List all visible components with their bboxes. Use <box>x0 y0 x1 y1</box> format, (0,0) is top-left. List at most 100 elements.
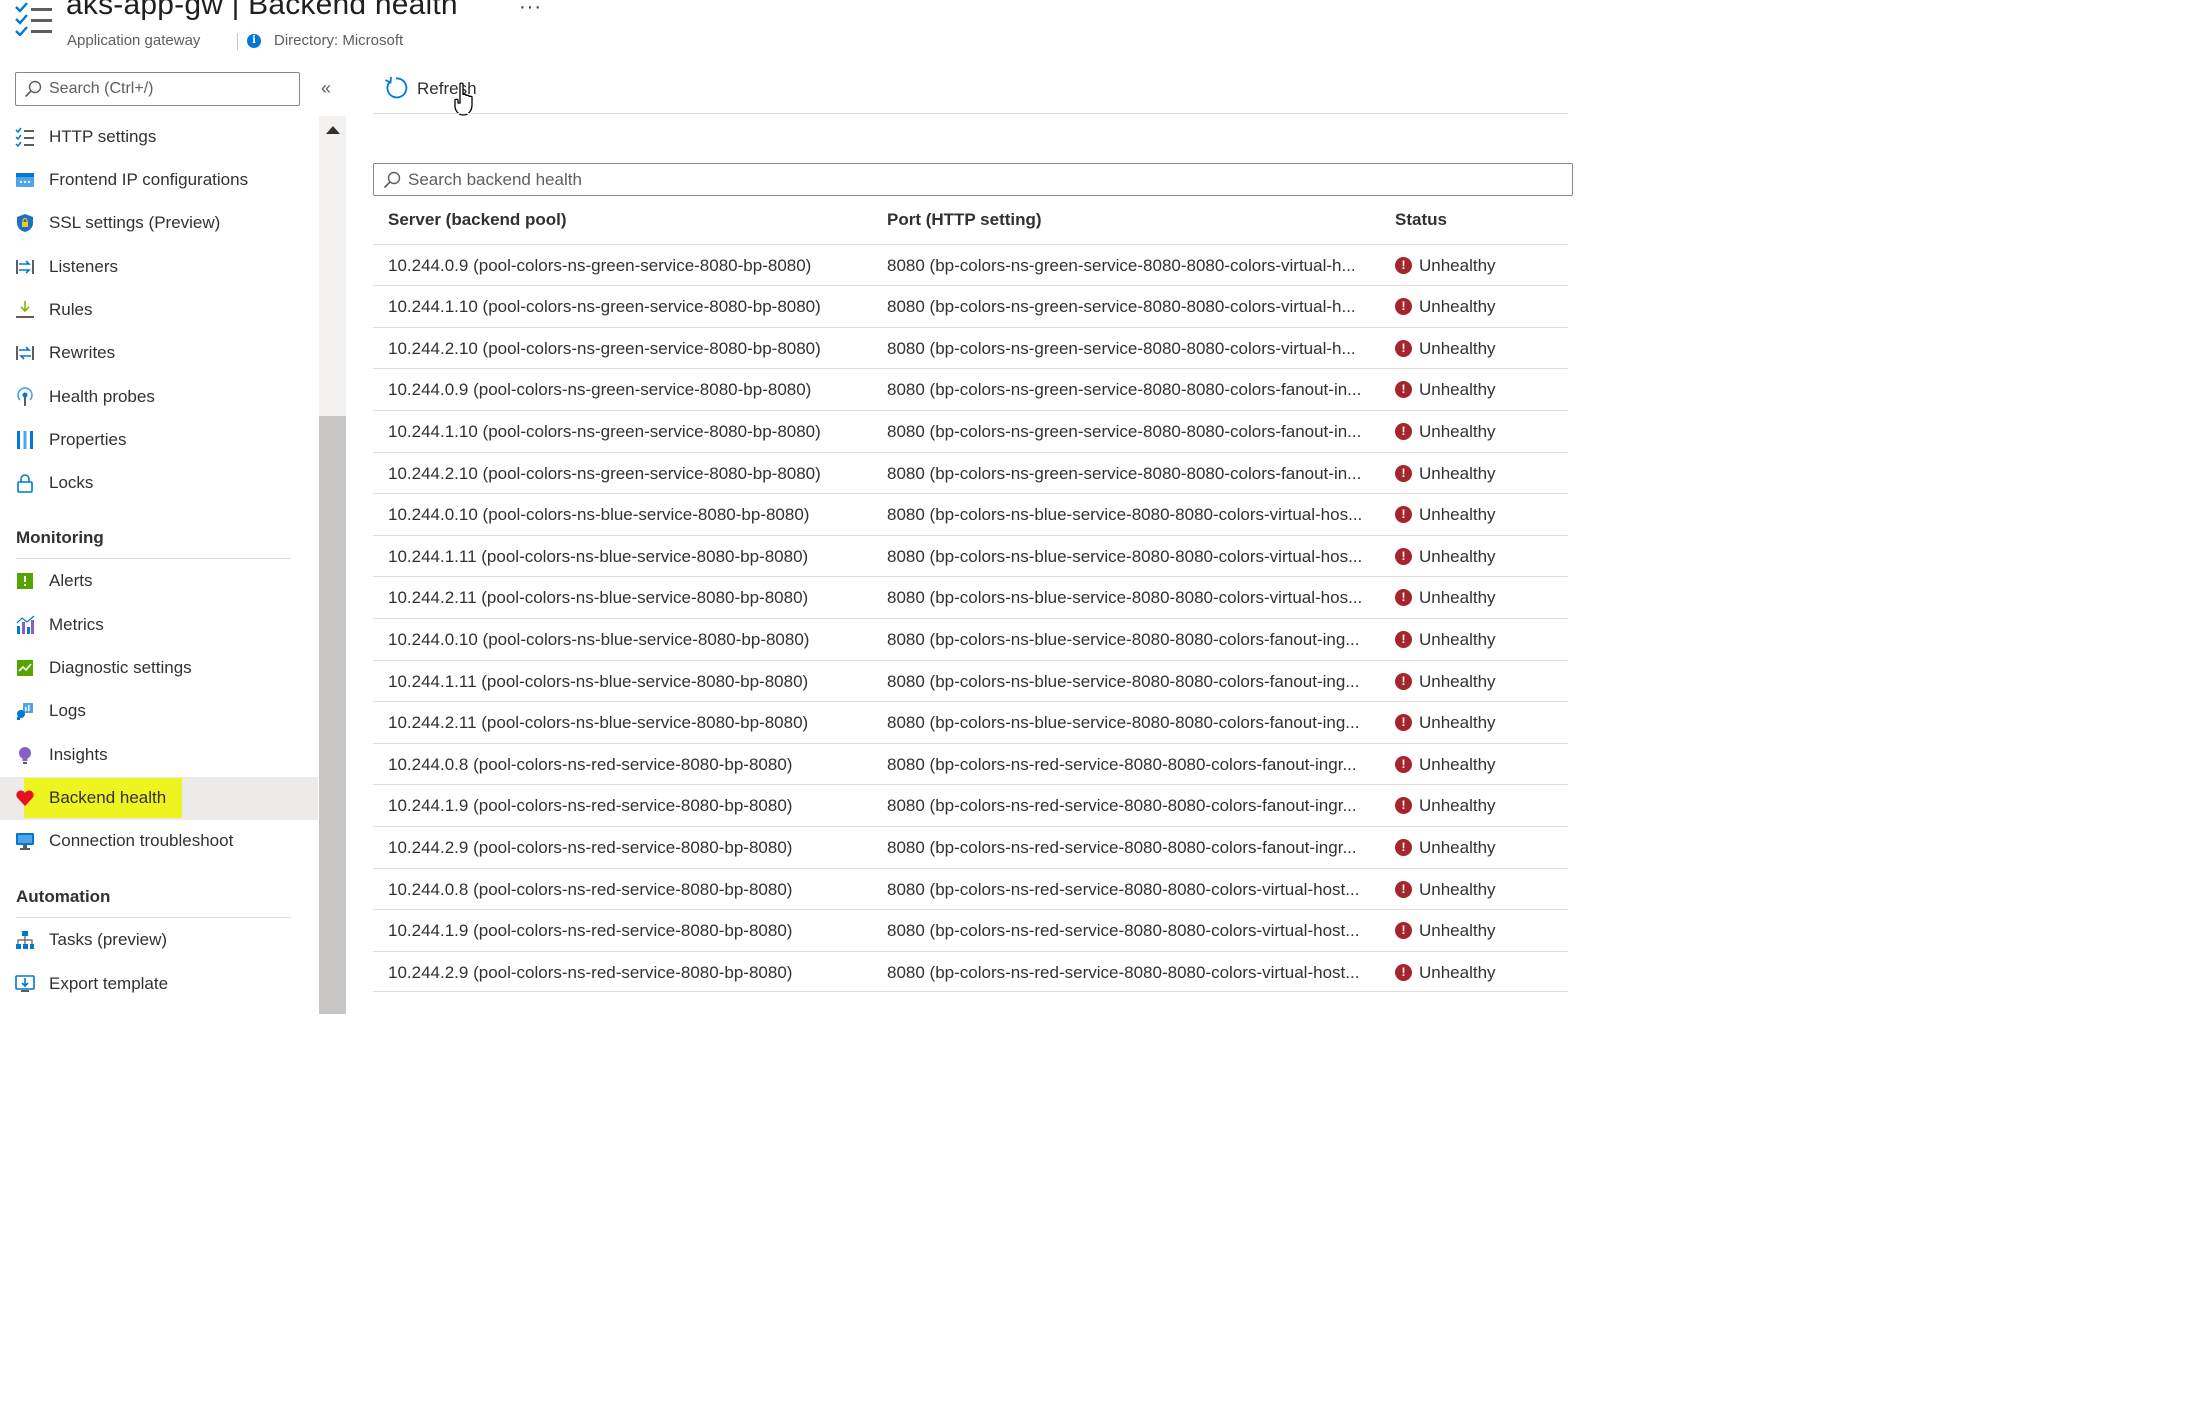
server-cell: 10.244.0.8 (pool-colors-ns-red-service-8… <box>388 879 793 899</box>
menu-search-input[interactable]: Search (Ctrl+/) <box>15 72 300 106</box>
backend-health-search-input[interactable]: Search backend health <box>373 163 1573 196</box>
server-cell: 10.244.2.10 (pool-colors-ns-green-servic… <box>388 338 821 358</box>
section-header-monitoring: Monitoring <box>16 528 104 547</box>
table-row[interactable]: 10.244.1.11 (pool-colors-ns-blue-service… <box>373 659 1568 702</box>
error-status-icon: ! <box>1395 714 1412 732</box>
sidebar-item-insights[interactable]: Insights <box>0 734 318 777</box>
sidebar-item-label: Insights <box>49 745 108 764</box>
logs-icon <box>17 703 33 720</box>
sidebar-item-rewrites[interactable]: Rewrites <box>0 332 318 375</box>
server-cell: 10.244.2.9 (pool-colors-ns-red-service-8… <box>388 962 793 982</box>
server-cell: 10.244.2.11 (pool-colors-ns-blue-service… <box>388 588 809 608</box>
more-options-button[interactable]: ··· <box>519 0 542 19</box>
table-row[interactable]: 10.244.0.8 (pool-colors-ns-red-service-8… <box>373 742 1568 785</box>
column-header-server[interactable]: Server (backend pool) <box>388 210 567 230</box>
table-row[interactable]: 10.244.0.9 (pool-colors-ns-green-service… <box>373 368 1568 410</box>
table-row[interactable]: 10.244.1.11 (pool-colors-ns-blue-service… <box>373 534 1568 577</box>
table-row[interactable]: 10.244.0.8 (pool-colors-ns-red-service-8… <box>373 867 1568 910</box>
table-row[interactable]: 10.244.2.9 (pool-colors-ns-red-service-8… <box>373 950 1568 993</box>
sidebar-item-label: SSL settings (Preview) <box>49 213 221 232</box>
port-cell: 8080 (bp-colors-ns-red-service-8080-8080… <box>887 754 1357 774</box>
status-cell: Unhealthy <box>1419 671 1496 691</box>
status-cell: Unhealthy <box>1419 837 1496 857</box>
server-cell: 10.244.0.8 (pool-colors-ns-red-service-8… <box>388 754 793 774</box>
column-header-status[interactable]: Status <box>1395 210 1447 230</box>
sidebar-item-rules[interactable]: Rules <box>0 289 318 332</box>
health-probe-icon <box>17 387 33 406</box>
port-cell: 8080 (bp-colors-ns-red-service-8080-8080… <box>887 796 1357 816</box>
table-row[interactable]: 10.244.1.9 (pool-colors-ns-red-service-8… <box>373 909 1568 951</box>
section-divider <box>16 558 291 559</box>
sidebar-item-diagnostic-settings[interactable]: Diagnostic settings <box>0 647 318 690</box>
sidebar-item-connection-troubleshoot[interactable]: Connection troubleshoot <box>0 820 318 863</box>
scroll-up-arrow-icon[interactable] <box>326 126 340 134</box>
menu-search-placeholder: Search (Ctrl+/) <box>49 80 154 97</box>
error-status-icon: ! <box>1395 755 1412 773</box>
status-cell: Unhealthy <box>1419 463 1496 483</box>
rules-icon <box>16 301 34 318</box>
error-status-icon: ! <box>1395 880 1412 898</box>
sidebar-item-metrics[interactable]: Metrics <box>0 604 318 647</box>
server-cell: 10.244.1.11 (pool-colors-ns-blue-service… <box>388 546 809 566</box>
server-cell: 10.244.0.10 (pool-colors-ns-blue-service… <box>388 505 810 525</box>
sidebar-item-locks[interactable]: Locks <box>0 462 318 505</box>
sidebar-item-label: Properties <box>49 430 127 449</box>
table-row[interactable]: 10.244.0.10 (pool-colors-ns-blue-service… <box>373 493 1568 535</box>
port-cell: 8080 (bp-colors-ns-blue-service-8080-808… <box>887 671 1360 691</box>
sidebar-item-backend-health[interactable]: Backend health <box>0 777 318 820</box>
sidebar-item-label: Frontend IP configurations <box>49 170 249 189</box>
sidebar-item-label: Listeners <box>49 257 118 276</box>
sidebar-item-alerts[interactable]: Alerts <box>0 560 318 603</box>
sidebar-item-frontend-ip[interactable]: Frontend IP configurations <box>0 159 318 202</box>
status-cell: Unhealthy <box>1419 879 1496 899</box>
table-row[interactable]: 10.244.2.11 (pool-colors-ns-blue-service… <box>373 701 1568 743</box>
list-check-icon <box>15 2 52 36</box>
status-cell: Unhealthy <box>1419 962 1496 982</box>
sidebar-item-http-settings[interactable]: HTTP settings <box>0 116 318 159</box>
sidebar-item-label: Rewrites <box>49 343 116 362</box>
sidebar-item-listeners[interactable]: Listeners <box>0 246 318 289</box>
error-status-icon: ! <box>1395 256 1412 274</box>
sidebar-item-ssl-settings[interactable]: SSL settings (Preview) <box>0 202 318 245</box>
tasks-icon <box>16 931 34 949</box>
sidebar-item-tasks[interactable]: Tasks (preview) <box>0 919 318 962</box>
sidebar-item-health-probes[interactable]: Health probes <box>0 376 318 419</box>
section-header-automation: Automation <box>16 887 111 906</box>
directory-label: Directory: Microsoft <box>274 32 404 49</box>
table-row[interactable]: 10.244.2.10 (pool-colors-ns-green-servic… <box>373 326 1568 369</box>
port-cell: 8080 (bp-colors-ns-green-service-8080-80… <box>887 463 1362 483</box>
status-cell: Unhealthy <box>1419 921 1496 941</box>
collapse-menu-button[interactable]: « <box>317 78 335 99</box>
error-status-icon: ! <box>1395 922 1412 940</box>
table-row[interactable]: 10.244.2.11 (pool-colors-ns-blue-service… <box>373 576 1568 618</box>
lock-icon <box>17 474 33 493</box>
table-row[interactable]: 10.244.2.9 (pool-colors-ns-red-service-8… <box>373 825 1568 868</box>
sidebar-scrollbar-thumb[interactable] <box>319 416 346 1014</box>
error-status-icon: ! <box>1395 672 1412 690</box>
table-row[interactable]: 10.244.1.10 (pool-colors-ns-green-servic… <box>373 409 1568 452</box>
sidebar-item-label: Metrics <box>49 615 104 634</box>
sidebar-item-logs[interactable]: Logs <box>0 690 318 733</box>
table-row[interactable]: 10.244.2.10 (pool-colors-ns-green-servic… <box>373 451 1568 494</box>
server-cell: 10.244.0.9 (pool-colors-ns-green-service… <box>388 255 812 275</box>
error-status-icon: ! <box>1395 298 1412 316</box>
rewrites-icon <box>16 346 34 360</box>
list-check-icon <box>15 127 34 147</box>
table-row[interactable]: 10.244.1.10 (pool-colors-ns-green-servic… <box>373 285 1568 327</box>
port-cell: 8080 (bp-colors-ns-green-service-8080-80… <box>887 380 1362 400</box>
search-icon <box>383 171 401 189</box>
sidebar-item-export-template[interactable]: Export template <box>0 963 318 1006</box>
sidebar-item-properties[interactable]: Properties <box>0 419 318 462</box>
server-cell: 10.244.1.9 (pool-colors-ns-red-service-8… <box>388 921 793 941</box>
column-header-port[interactable]: Port (HTTP setting) <box>887 210 1042 230</box>
frontend-ip-icon <box>16 173 34 187</box>
table-row[interactable]: 10.244.0.10 (pool-colors-ns-blue-service… <box>373 617 1568 660</box>
table-row[interactable]: 10.244.0.9 (pool-colors-ns-green-service… <box>373 243 1568 286</box>
error-status-icon: ! <box>1395 963 1412 981</box>
server-cell: 10.244.1.10 (pool-colors-ns-green-servic… <box>388 421 821 441</box>
sidebar-item-label: Diagnostic settings <box>49 658 192 677</box>
error-status-icon: ! <box>1395 838 1412 856</box>
table-row[interactable]: 10.244.1.9 (pool-colors-ns-red-service-8… <box>373 784 1568 826</box>
sidebar-item-label: Alerts <box>49 571 93 590</box>
port-cell: 8080 (bp-colors-ns-blue-service-8080-808… <box>887 713 1360 733</box>
